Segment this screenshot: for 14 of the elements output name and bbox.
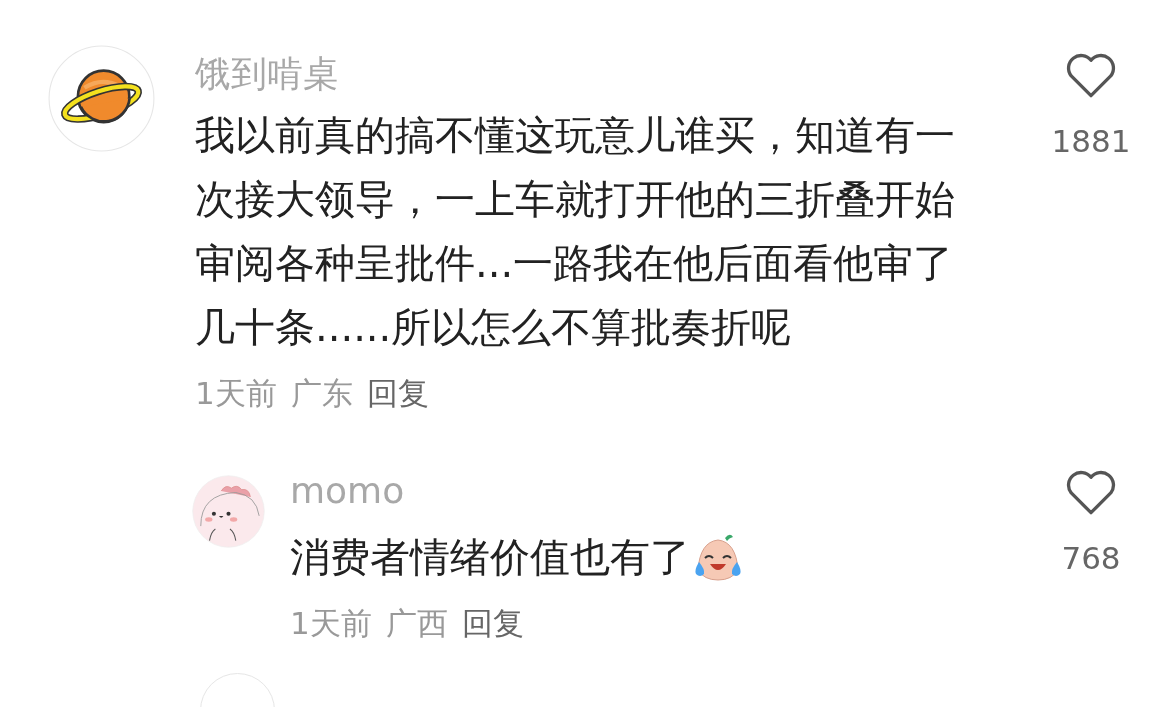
reply-text: 消费者情绪价值也有了 [290,533,690,582]
comment-location: 广东 [290,374,353,413]
like-count: 768 [1061,539,1121,576]
heart-icon[interactable] [1065,52,1117,99]
comment-time: 1天前 [290,604,372,643]
like-count: 1881 [1051,122,1131,159]
comment-time: 1天前 [195,374,277,413]
planet-avatar-icon [48,45,155,152]
reply-button[interactable]: 回复 [461,603,524,645]
comment-location: 广西 [385,604,448,643]
cartoon-avatar-icon [192,475,265,548]
heart-icon[interactable] [1065,469,1117,516]
reply-button[interactable]: 回复 [366,373,429,415]
comment-text: 我以前真的搞不懂这玩意儿谁买，知道有一次接大领导，一上车就打开他的三折叠开始审阅各种呈批件...一路我在他后面看他审了几十条......所以怎么不算批奏折呢 [195,111,956,352]
